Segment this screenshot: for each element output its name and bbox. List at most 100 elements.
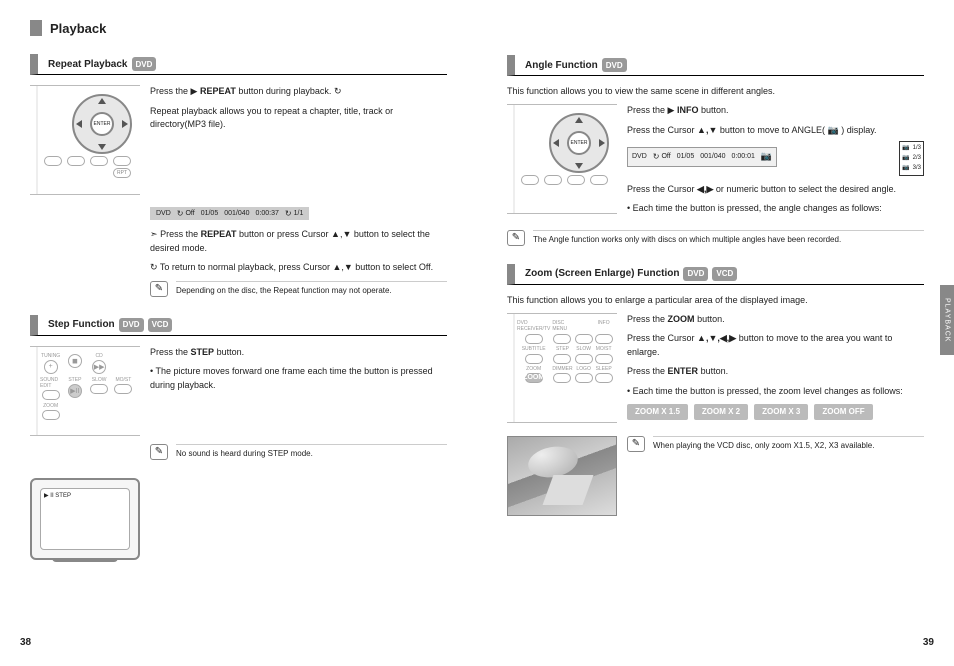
enter-button[interactable]: ENTER: [90, 112, 114, 136]
status-time: 0:00:37: [256, 210, 279, 217]
zoom-body: DVD RECEIVER/TV DISC MENU INFO SUBTITLE …: [507, 313, 924, 429]
angle-dropdown[interactable]: 📷1/3 📷2/3 📷3/3: [899, 141, 924, 176]
note-icon-3: ✎: [507, 230, 525, 246]
zoom-level-3: ZOOM X 3: [754, 404, 808, 420]
angle-instructions: Press the ▶ INFO button. Press the Curso…: [627, 104, 924, 222]
zoom-heading-text: Zoom (Screen Enlarge) Function: [525, 268, 679, 279]
z-btn-dimmer[interactable]: [553, 373, 571, 383]
side-tab-label: PLAYBACK: [944, 298, 951, 342]
remote-buttons-2: [521, 175, 611, 185]
dpad-up-icon: [98, 98, 106, 104]
angle-status-off: Off: [661, 152, 670, 163]
zoom-btn-small[interactable]: [42, 410, 60, 420]
remote-btn-3[interactable]: [90, 156, 108, 166]
angle-intro: This function allows you to view the sam…: [507, 86, 924, 96]
skip-btn[interactable]: ▶▶: [92, 360, 106, 374]
step-body: TUNING+ ◼ CD▶▶ SOUND EDIT STEP▶II SLOW M…: [30, 346, 447, 436]
status-rpt: ↻1/1: [285, 209, 303, 218]
camera-icon-small: 📷: [761, 150, 772, 164]
z-btn-6[interactable]: [553, 354, 571, 364]
zoom-example-photo: [507, 436, 617, 516]
page-left: Playback Repeat Playback DVD ENTER: [0, 0, 477, 666]
remote-btn-a1[interactable]: [521, 175, 539, 185]
z-btn-logo[interactable]: [575, 373, 593, 383]
remote-btn-a4[interactable]: [590, 175, 608, 185]
dpad-up-icon-2: [575, 117, 583, 123]
z-btn-4[interactable]: [595, 334, 613, 344]
cursor-icon: ➣: [150, 228, 158, 242]
up-down-icon: ▲,▼: [331, 228, 351, 242]
zoom-level-2: ZOOM X 2: [694, 404, 748, 420]
soundedit-btn[interactable]: [42, 390, 60, 400]
remote-zoom-grid: DVD RECEIVER/TV DISC MENU INFO SUBTITLE …: [517, 320, 611, 383]
angle-note: ✎ The Angle function works only with dis…: [507, 230, 924, 246]
zoom-note: ✎ When playing the VCD disc, only zoom X…: [627, 436, 924, 452]
play-icon: ▶: [191, 85, 198, 99]
remote-step-grid: TUNING+ ◼ CD▶▶ SOUND EDIT STEP▶II SLOW M…: [40, 353, 134, 420]
tuning-btn[interactable]: +: [44, 360, 58, 374]
note-icon: ✎: [150, 281, 168, 297]
dpad-down-icon: [98, 144, 106, 150]
format-badge-vcd-2: VCD: [712, 267, 737, 281]
status-chap: 001/040: [224, 210, 249, 217]
page-title: Playback: [30, 20, 447, 36]
zoom-button[interactable]: ZOOM: [525, 373, 543, 383]
angle-option-1[interactable]: 📷1/3: [902, 144, 921, 153]
z-btn-3[interactable]: [575, 334, 593, 344]
stop-btn[interactable]: ◼: [68, 354, 82, 368]
remote-btn-a2[interactable]: [544, 175, 562, 185]
zoom-levels: ZOOM X 1.5 ZOOM X 2 ZOOM X 3 ZOOM OFF: [627, 404, 924, 420]
angle-status-4: 0:00:01: [732, 152, 755, 163]
step-instructions: Press the STEP button. • The picture mov…: [150, 346, 447, 436]
angle-status-dvd: DVD: [632, 152, 647, 163]
z-btn-7[interactable]: [575, 354, 593, 364]
dpad-2: ENTER: [549, 113, 609, 173]
repeat-icon-2: ↻: [150, 261, 158, 275]
status-title: 01/05: [201, 210, 219, 217]
z-btn-sleep[interactable]: [595, 373, 613, 383]
remote-dpad-1: ENTER RPT: [30, 85, 140, 195]
zoom-intro: This function allows you to enlarge a pa…: [507, 295, 924, 305]
angle-note-text: The Angle function works only with discs…: [533, 230, 924, 245]
status-dvd: DVD: [156, 210, 171, 217]
repeat-icon: ↻: [334, 85, 342, 99]
angle-option-2[interactable]: 📷2/3: [902, 154, 921, 163]
format-badge-dvd-4: DVD: [683, 267, 708, 281]
repeat-note: ✎ Depending on the disc, the Repeat func…: [150, 281, 447, 297]
format-badge-dvd-3: DVD: [602, 58, 627, 72]
dpad-left-icon: [76, 120, 82, 128]
z-btn-5[interactable]: [525, 354, 543, 364]
repeat-instructions: Press the ▶ REPEAT button during playbac…: [150, 85, 447, 195]
format-badge-dvd-2: DVD: [119, 318, 144, 332]
z-btn-1[interactable]: [525, 334, 543, 344]
remote-btn-4[interactable]: [113, 156, 131, 166]
format-badge-dvd: DVD: [132, 57, 157, 71]
slow-btn[interactable]: [90, 384, 108, 394]
camera-icon: 📷: [827, 124, 838, 138]
angle-option-3[interactable]: 📷3/3: [902, 164, 921, 173]
note-icon-4: ✎: [627, 436, 645, 452]
repeat-sub2: ↻ To return to normal playback, press Cu…: [150, 261, 447, 275]
remote-btn-1[interactable]: [44, 156, 62, 166]
step-button[interactable]: ▶II: [68, 384, 82, 398]
dpad-left-icon-2: [553, 139, 559, 147]
section-angle-heading: Angle Function DVD: [507, 55, 924, 76]
zoom-level-1: ZOOM X 1.5: [627, 404, 688, 420]
enter-button-2[interactable]: ENTER: [567, 131, 591, 155]
repeat-note-text: Depending on the disc, the Repeat functi…: [176, 281, 447, 296]
most-btn[interactable]: [114, 384, 132, 394]
z-btn-2[interactable]: [553, 334, 571, 344]
step-heading-text: Step Function: [48, 319, 115, 330]
zoom-level-off: ZOOM OFF: [814, 404, 872, 420]
repeat-sub1: ➣ Press the REPEAT button or press Curso…: [150, 228, 447, 255]
remote-btn-a3[interactable]: [567, 175, 585, 185]
tv-step-label: ▶ II STEP: [44, 493, 71, 499]
status-off: ↻Off: [177, 209, 195, 218]
tv-step-inner: ▶ II STEP: [40, 488, 130, 550]
remote-btn-repeat[interactable]: RPT: [113, 168, 131, 178]
step-note: ✎ No sound is heard during STEP mode.: [150, 444, 447, 460]
remote-btn-2[interactable]: [67, 156, 85, 166]
remote-step: TUNING+ ◼ CD▶▶ SOUND EDIT STEP▶II SLOW M…: [30, 346, 140, 436]
remote-zoom: DVD RECEIVER/TV DISC MENU INFO SUBTITLE …: [507, 313, 617, 423]
z-btn-8[interactable]: [595, 354, 613, 364]
